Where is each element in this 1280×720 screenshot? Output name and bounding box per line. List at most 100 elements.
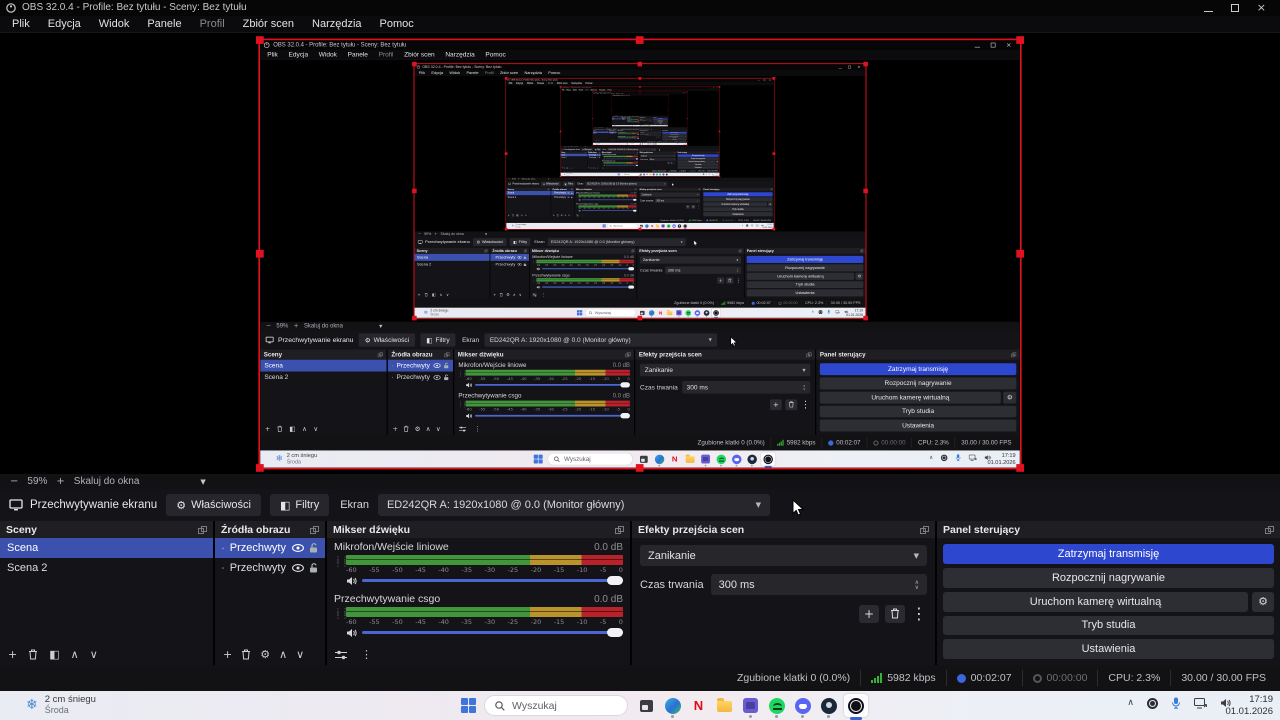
scene-filters-button[interactable]: ◧ (49, 649, 59, 660)
menu-edycja[interactable]: Edycja (39, 16, 90, 33)
selection-handle-mr[interactable] (1016, 249, 1024, 258)
start-recording-button[interactable]: Rozpocznij nagrywanie (943, 567, 1274, 588)
scene-item-scena[interactable]: Scena (0, 538, 213, 558)
source-item-game-capture: Przechwyty (490, 260, 529, 267)
advanced-audio-button[interactable] (335, 650, 347, 660)
duration-spinbox[interactable]: 300 ms ∧ ∨ (710, 574, 927, 595)
selection-handle-ml[interactable] (256, 249, 264, 258)
display-cast-icon[interactable] (1194, 697, 1207, 709)
source-properties-button[interactable]: ⚙ (260, 649, 270, 660)
scene-item-scena-2[interactable]: Scena 2 (0, 558, 213, 578)
studio-mode-button[interactable]: Tryb studia (943, 615, 1274, 636)
selection-handle-tm[interactable] (635, 35, 644, 44)
transition-select-dropdown[interactable]: Zanikanie ▼ (640, 545, 927, 566)
menu-widok[interactable]: Widok (90, 16, 139, 33)
taskbar-search[interactable]: Wyszukaj (484, 695, 628, 716)
remove-source-button[interactable] (241, 649, 251, 660)
menu-pomoc[interactable]: Pomoc (371, 16, 423, 33)
duration-value: 300 ms (649, 157, 655, 160)
menu-narzedzia: Narzędzia (524, 69, 542, 74)
selection-handle-tl[interactable] (256, 35, 264, 44)
properties-button[interactable]: ⚙ Właściwości (166, 494, 261, 516)
unlock-icon[interactable] (309, 563, 318, 573)
discord-icon[interactable] (792, 695, 813, 718)
menu-plik[interactable]: Plik (3, 16, 39, 33)
menu-panele[interactable]: Panele (138, 16, 190, 33)
transition-menu-button[interactable]: ⋮ (911, 604, 927, 623)
filters-button[interactable]: ◧ Filtry (269, 494, 330, 516)
fit-to-window-label[interactable]: Skaluj do okna (74, 476, 140, 487)
menu-zbior-scen[interactable]: Zbiór scen (234, 16, 303, 33)
popout-icon[interactable] (198, 525, 207, 534)
obs-taskbar-icon-active[interactable] (844, 694, 868, 720)
mixer-menu-button[interactable]: ⋮ (361, 649, 372, 660)
settings-button[interactable]: Ustawienia (943, 639, 1274, 659)
selection-handle-br[interactable] (1016, 463, 1024, 472)
taskbar-clock[interactable]: 17:19 01.01.2026 (1225, 694, 1273, 717)
stop-streaming-button[interactable]: Zatrzymaj transmisję (943, 544, 1274, 564)
move-source-down-button[interactable]: ∨ (296, 649, 304, 660)
track-level: 0.0 dB (594, 542, 623, 553)
task-view-button[interactable] (636, 695, 657, 716)
unlock-icon[interactable] (309, 543, 318, 553)
volume-slider[interactable] (362, 575, 623, 586)
zoom-out-button[interactable]: − (10, 476, 18, 487)
obs-tray-icon[interactable] (1147, 697, 1158, 709)
track-grip[interactable]: ⋮⋮ ⋮⋮ (334, 555, 349, 586)
virtual-camera-settings-button[interactable]: ⚙ (1252, 591, 1274, 612)
move-scene-up-button[interactable]: ∧ (71, 649, 79, 660)
browser-icon[interactable] (662, 695, 683, 718)
screen-select-dropdown[interactable]: ED242QR A: 1920x1080 @ 0.0 (Monitor głów… (377, 494, 770, 516)
transitions-title: Efekty przejścia scen (639, 247, 677, 253)
tray-chevron-up-icon[interactable]: ∧ (1127, 697, 1134, 709)
scenes-toolbar: + ◧ ∧ ∨ (415, 290, 490, 297)
start-virtual-camera-button[interactable]: Uruchom kamerę wirtualną (943, 591, 1248, 612)
netflix-icon[interactable]: N (688, 695, 709, 716)
spin-arrows[interactable]: ∧ ∨ (915, 579, 919, 590)
selection-handle-tr[interactable] (1016, 35, 1024, 44)
menu-narzedzia[interactable]: Narzędzia (303, 16, 371, 33)
move-scene-up-button: ∧ (302, 424, 307, 433)
screen-capture-selection[interactable]: OBS 32.0.4 - Profile: Bez tytułu - Sceny… (256, 35, 1024, 472)
weather-widget[interactable]: ❄ 2 cm śniegu Środa (26, 694, 96, 716)
volume-slider-handle[interactable] (607, 627, 623, 637)
popout-icon[interactable] (1265, 525, 1274, 534)
track-grip[interactable]: ⋮⋮ ⋮⋮ (334, 607, 349, 638)
source-item-display-capture[interactable]: Przechwyty (215, 538, 325, 558)
preview-canvas[interactable]: OBS 32.0.4 - Profile: Bez tytułu - Sceny… (0, 33, 1280, 474)
file-explorer-icon[interactable] (714, 695, 735, 716)
zoom-dropdown-caret[interactable]: ▼ (200, 478, 205, 486)
microphone-icon[interactable] (1171, 697, 1181, 709)
eye-icon[interactable] (292, 544, 304, 552)
add-scene-button[interactable]: + (8, 649, 17, 660)
zoom-in-button[interactable]: + (56, 476, 64, 487)
selection-handle-bm[interactable] (635, 463, 644, 472)
selection-handle-tm (639, 84, 641, 87)
remove-scene-button[interactable] (28, 649, 38, 660)
popout-icon[interactable] (920, 525, 929, 534)
selection-handle-bl[interactable] (256, 463, 264, 472)
close-button[interactable]: × (1257, 2, 1266, 13)
source-item-game-capture[interactable]: Przechwyty (215, 558, 325, 578)
controls-dock: Panel sterujący Zatrzymaj transmisję Roz… (937, 521, 1280, 665)
maximize-button[interactable] (1230, 4, 1239, 12)
volume-slider[interactable] (362, 627, 623, 638)
start-button[interactable] (461, 698, 476, 713)
move-scene-down-button[interactable]: ∨ (90, 649, 98, 660)
move-source-up-button[interactable]: ∧ (279, 649, 287, 660)
popout-icon[interactable] (615, 525, 624, 534)
purple-app-icon[interactable] (740, 695, 761, 718)
minimize-button[interactable] (1203, 10, 1213, 12)
steam-icon[interactable] (818, 695, 839, 718)
duration-label: Czas trwania (640, 157, 648, 160)
speaker-icon[interactable] (346, 576, 357, 586)
menu-profil[interactable]: Profil (191, 16, 234, 33)
eye-icon[interactable] (292, 564, 304, 572)
add-source-button[interactable]: + (223, 649, 232, 660)
remove-transition-button[interactable] (885, 604, 905, 623)
speaker-icon[interactable] (346, 628, 357, 638)
spotify-icon[interactable] (766, 695, 787, 718)
add-transition-button[interactable]: + (859, 604, 879, 623)
popout-icon[interactable] (310, 525, 319, 534)
volume-slider-handle[interactable] (607, 575, 623, 585)
